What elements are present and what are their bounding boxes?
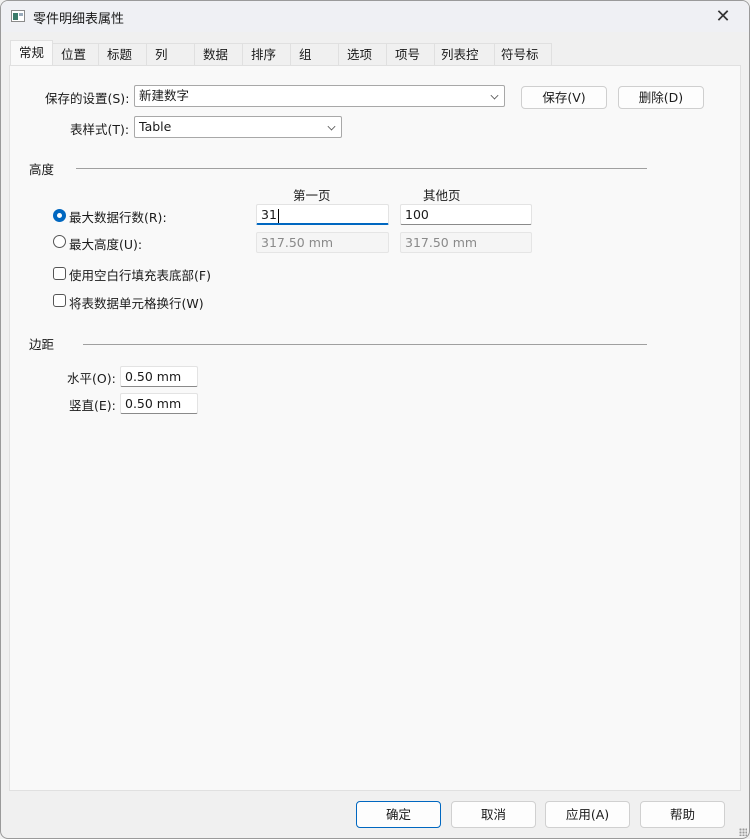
max-rows-first-page-value: 31 [261, 207, 277, 222]
saved-settings-value: 新建数字 [139, 88, 190, 103]
tab-position[interactable]: 位置 [52, 43, 100, 66]
tab-balloon[interactable]: 符号标注 [494, 43, 553, 84]
close-icon: ✕ [715, 5, 731, 27]
other-pages-column-header: 其他页 [423, 188, 461, 203]
max-height-label: 最大高度(U): [69, 237, 143, 252]
saved-settings-combo[interactable]: 新建数字 [134, 85, 505, 107]
general-tab-panel [9, 65, 741, 791]
height-section-divider [76, 168, 647, 169]
close-button[interactable]: ✕ [703, 3, 743, 29]
save-settings-button[interactable]: 保存(V) [521, 86, 607, 109]
chevron-down-icon [490, 91, 499, 100]
table-style-label: 表样式(T): [70, 122, 130, 137]
properties-dialog: 零件明细表属性 ✕ 常规 位置 标题 列 数据 排序 组 选项 项号 列表控制 … [0, 0, 750, 839]
tab-item-number[interactable]: 项号 [386, 43, 436, 66]
delete-settings-button[interactable]: 删除(D) [618, 86, 704, 109]
chevron-down-icon [327, 122, 336, 131]
max-height-other-pages-input[interactable]: 317.50 mm [400, 232, 532, 253]
table-style-combo[interactable]: Table [134, 116, 342, 138]
margins-section-divider [83, 344, 647, 345]
tab-options[interactable]: 选项 [338, 43, 388, 66]
fill-blank-rows-label[interactable]: 使用空白行填充表底部(F) [69, 265, 211, 284]
tab-list-control[interactable]: 列表控制 [434, 43, 496, 84]
fill-blank-rows-checkbox[interactable] [53, 267, 66, 280]
tab-data[interactable]: 数据 [194, 43, 244, 66]
first-page-column-header: 第一页 [293, 188, 331, 203]
max-height-first-page-input[interactable]: 317.50 mm [256, 232, 389, 253]
apply-button[interactable]: 应用(A) [545, 801, 630, 828]
help-button[interactable]: 帮助 [640, 801, 725, 828]
wrap-cells-label[interactable]: 将表数据单元格换行(W) [69, 293, 204, 312]
max-rows-radio[interactable] [53, 209, 66, 222]
height-section-title: 高度 [29, 162, 55, 177]
tab-group[interactable]: 组 [290, 43, 340, 66]
vertical-margin-input[interactable]: 0.50 mm [120, 393, 198, 414]
max-rows-label: 最大数据行数(R): [69, 210, 167, 225]
tab-general[interactable]: 常规 [10, 40, 54, 65]
tab-sort[interactable]: 排序 [242, 43, 292, 66]
tab-strip: 常规 位置 标题 列 数据 排序 组 选项 项号 列表控制 符号标注 [10, 40, 553, 84]
horizontal-margin-label: 水平(O): [67, 371, 116, 386]
ok-button[interactable]: 确定 [356, 801, 441, 828]
horizontal-margin-input[interactable]: 0.50 mm [120, 366, 198, 387]
resize-grip-icon[interactable] [739, 828, 747, 836]
max-rows-first-page-input[interactable]: 31 [256, 204, 389, 225]
vertical-margin-label: 竖直(E): [69, 398, 116, 413]
app-icon [11, 10, 25, 22]
saved-settings-label: 保存的设置(S): [45, 91, 130, 106]
title-bar[interactable]: 零件明细表属性 ✕ [1, 1, 749, 32]
window-title: 零件明细表属性 [33, 12, 125, 27]
max-rows-other-pages-input[interactable]: 100 [400, 204, 532, 225]
margins-section-title: 边距 [29, 337, 55, 352]
cancel-button[interactable]: 取消 [451, 801, 536, 828]
wrap-cells-checkbox[interactable] [53, 294, 66, 307]
tab-title[interactable]: 标题 [98, 43, 148, 66]
tab-columns[interactable]: 列 [146, 43, 196, 66]
text-caret [277, 208, 279, 223]
table-style-value: Table [139, 119, 172, 134]
max-height-radio[interactable] [53, 235, 66, 248]
